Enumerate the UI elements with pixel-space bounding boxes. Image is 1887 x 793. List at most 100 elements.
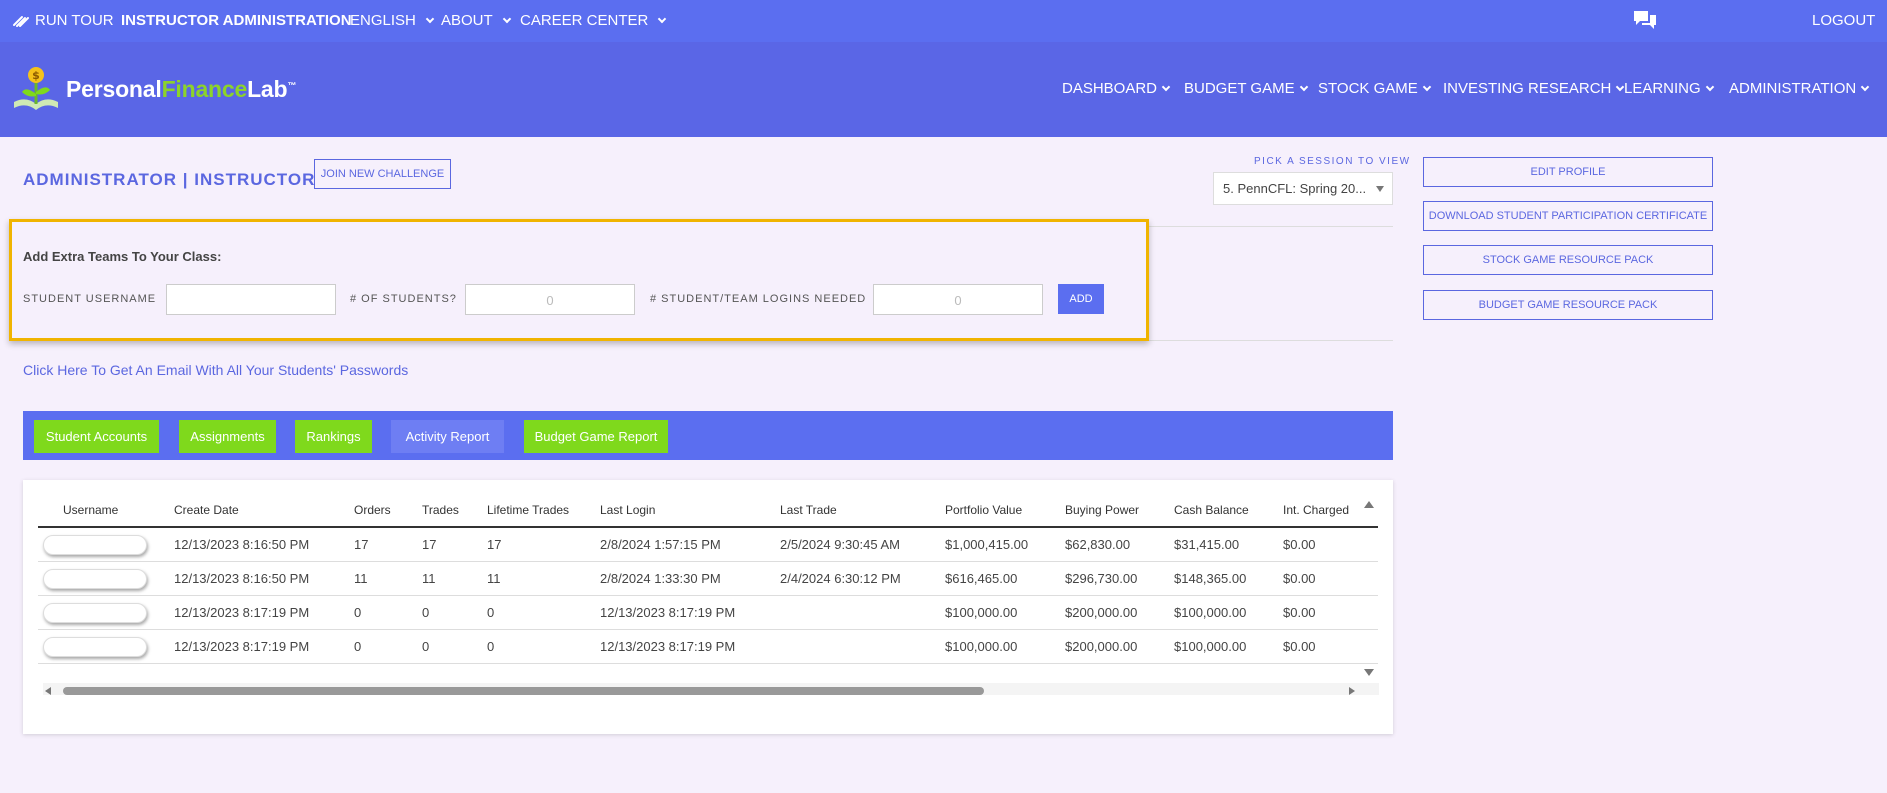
nav-dashboard[interactable]: DASHBOARD (1062, 80, 1171, 97)
row-divider (38, 663, 1378, 664)
nav-learning-label: LEARNING (1624, 80, 1701, 97)
row-divider (38, 595, 1378, 596)
nav-dashboard-label: DASHBOARD (1062, 80, 1158, 97)
career-center-label: CAREER CENTER (520, 12, 649, 29)
cell-trades: 0 (422, 639, 430, 654)
scroll-left-arrow-icon[interactable] (45, 687, 51, 695)
svg-text:$: $ (32, 69, 40, 82)
tab-rankings[interactable]: Rankings (295, 420, 372, 453)
number-of-students-label: # OF STUDENTS? (350, 293, 457, 305)
team-logins-input[interactable]: 0 (873, 284, 1043, 315)
column-header-create-date[interactable]: Create Date (174, 503, 239, 517)
chevron-down-icon (1705, 82, 1714, 91)
column-header-portfolio-value[interactable]: Portfolio Value (945, 503, 1022, 517)
column-header-username[interactable]: Username (63, 503, 118, 517)
cell-create-date: 12/13/2023 8:17:19 PM (174, 605, 310, 620)
row-divider (38, 561, 1378, 562)
about-dropdown[interactable]: ABOUT (441, 12, 511, 29)
column-header-cash-balance[interactable]: Cash Balance (1174, 503, 1249, 517)
site-logo[interactable]: $ PersonalFinanceLab™ (12, 66, 296, 112)
number-of-students-input[interactable]: 0 (465, 284, 635, 315)
nav-budget-game[interactable]: BUDGET GAME (1184, 80, 1308, 97)
username-redacted[interactable] (43, 637, 147, 657)
cell-buying-power: $200,000.00 (1065, 605, 1138, 620)
cell-last-login: 12/13/2023 8:17:19 PM (600, 605, 736, 620)
chat-button[interactable] (1632, 9, 1658, 31)
cell-portfolio-value: $100,000.00 (945, 605, 1018, 620)
nav-stock-game[interactable]: STOCK GAME (1318, 80, 1431, 97)
column-header-buying-power[interactable]: Buying Power (1065, 503, 1139, 517)
column-header-trades[interactable]: Trades (422, 503, 459, 517)
email-passwords-link[interactable]: Click Here To Get An Email With All Your… (23, 362, 408, 378)
username-redacted[interactable] (43, 535, 147, 555)
cell-last-login: 12/13/2023 8:17:19 PM (600, 639, 736, 654)
stock-game-resource-pack-button[interactable]: STOCK GAME RESOURCE PACK (1423, 245, 1713, 275)
horizontal-scroll-thumb[interactable] (63, 687, 984, 695)
scroll-right-arrow-icon[interactable] (1349, 687, 1355, 695)
tour-icon (13, 15, 29, 27)
cell-last-login: 2/8/2024 1:57:15 PM (600, 537, 721, 552)
session-select-value: 5. PennCFL: Spring 20... (1223, 181, 1367, 196)
column-header-last-login[interactable]: Last Login (600, 503, 655, 517)
column-header-orders[interactable]: Orders (354, 503, 391, 517)
session-picker-label: PICK A SESSION TO VIEW (1254, 156, 1411, 167)
nav-stock-game-label: STOCK GAME (1318, 80, 1418, 97)
scroll-down-arrow-icon[interactable] (1364, 669, 1374, 676)
cell-create-date: 12/13/2023 8:16:50 PM (174, 537, 310, 552)
cell-int-charged: $0.00 (1283, 605, 1316, 620)
language-dropdown[interactable]: ENGLISH (350, 12, 435, 29)
page-title: ADMINISTRATOR | INSTRUCTOR (23, 170, 316, 189)
tab-budget-game-report[interactable]: Budget Game Report (524, 420, 668, 453)
column-header-last-trade[interactable]: Last Trade (780, 503, 837, 517)
username-redacted[interactable] (43, 603, 147, 623)
row-divider (38, 629, 1378, 630)
cell-orders: 0 (354, 639, 362, 654)
logout-label: LOGOUT (1812, 12, 1876, 29)
table-header-divider (38, 526, 1378, 528)
download-certificate-button[interactable]: DOWNLOAD STUDENT PARTICIPATION CERTIFICA… (1423, 201, 1713, 231)
instructor-administration-link[interactable]: INSTRUCTOR ADMINISTRATION (121, 12, 352, 29)
student-username-label: STUDENT USERNAME (23, 293, 157, 305)
chevron-down-icon (1161, 82, 1171, 91)
cell-cash-balance: $31,415.00 (1174, 537, 1240, 552)
nav-administration[interactable]: ADMINISTRATION (1729, 80, 1870, 97)
edit-profile-button[interactable]: EDIT PROFILE (1423, 157, 1713, 187)
cell-create-date: 12/13/2023 8:16:50 PM (174, 571, 310, 586)
tab-activity-report[interactable]: Activity Report (391, 420, 504, 453)
username-redacted[interactable] (43, 569, 147, 589)
tab-assignments[interactable]: Assignments (179, 420, 276, 453)
cell-orders: 0 (354, 605, 362, 620)
tab-student-accounts[interactable]: Student Accounts (34, 420, 159, 453)
top-utility-bar: RUN TOUR INSTRUCTOR ADMINISTRATION ENGLI… (0, 0, 1887, 42)
budget-game-resource-pack-button[interactable]: BUDGET GAME RESOURCE PACK (1423, 290, 1713, 320)
run-tour-link[interactable]: RUN TOUR (12, 12, 114, 29)
logout-link[interactable]: LOGOUT (1812, 12, 1875, 29)
join-new-challenge-button[interactable]: JOIN NEW CHALLENGE (314, 159, 451, 189)
career-center-dropdown[interactable]: CAREER CENTER (520, 12, 667, 29)
chevron-down-icon (502, 14, 511, 23)
divider (1149, 340, 1393, 341)
cell-last-trade: 2/5/2024 9:30:45 AM (780, 537, 900, 552)
cell-trades: 11 (422, 571, 436, 586)
cell-last-login: 2/8/2024 1:33:30 PM (600, 571, 721, 586)
add-extra-teams-title: Add Extra Teams To Your Class: (23, 249, 222, 264)
cell-lifetime-trades: 0 (487, 639, 495, 654)
cell-int-charged: $0.00 (1283, 537, 1316, 552)
cell-lifetime-trades: 17 (487, 537, 502, 552)
cell-trades: 17 (422, 537, 437, 552)
logo-finance: Finance (161, 75, 248, 102)
chat-bubbles-icon (1634, 11, 1656, 29)
column-header-lifetime-trades[interactable]: Lifetime Trades (487, 503, 569, 517)
cell-last-trade: 2/4/2024 6:30:12 PM (780, 571, 901, 586)
column-header-int-charged[interactable]: Int. Charged (1283, 503, 1349, 517)
add-teams-button[interactable]: ADD (1058, 284, 1104, 314)
instructor-administration-label: INSTRUCTOR ADMINISTRATION (121, 12, 352, 29)
nav-learning[interactable]: LEARNING (1624, 80, 1714, 97)
cell-portfolio-value: $100,000.00 (945, 639, 1018, 654)
scroll-up-arrow-icon[interactable] (1364, 501, 1374, 508)
student-username-input[interactable] (166, 284, 336, 315)
report-tab-bar: Student Accounts Assignments Rankings Ac… (23, 411, 1393, 460)
language-label: ENGLISH (350, 12, 416, 29)
nav-investing-research[interactable]: INVESTING RESEARCH (1443, 80, 1625, 97)
session-select[interactable]: 5. PennCFL: Spring 20... (1213, 172, 1393, 205)
